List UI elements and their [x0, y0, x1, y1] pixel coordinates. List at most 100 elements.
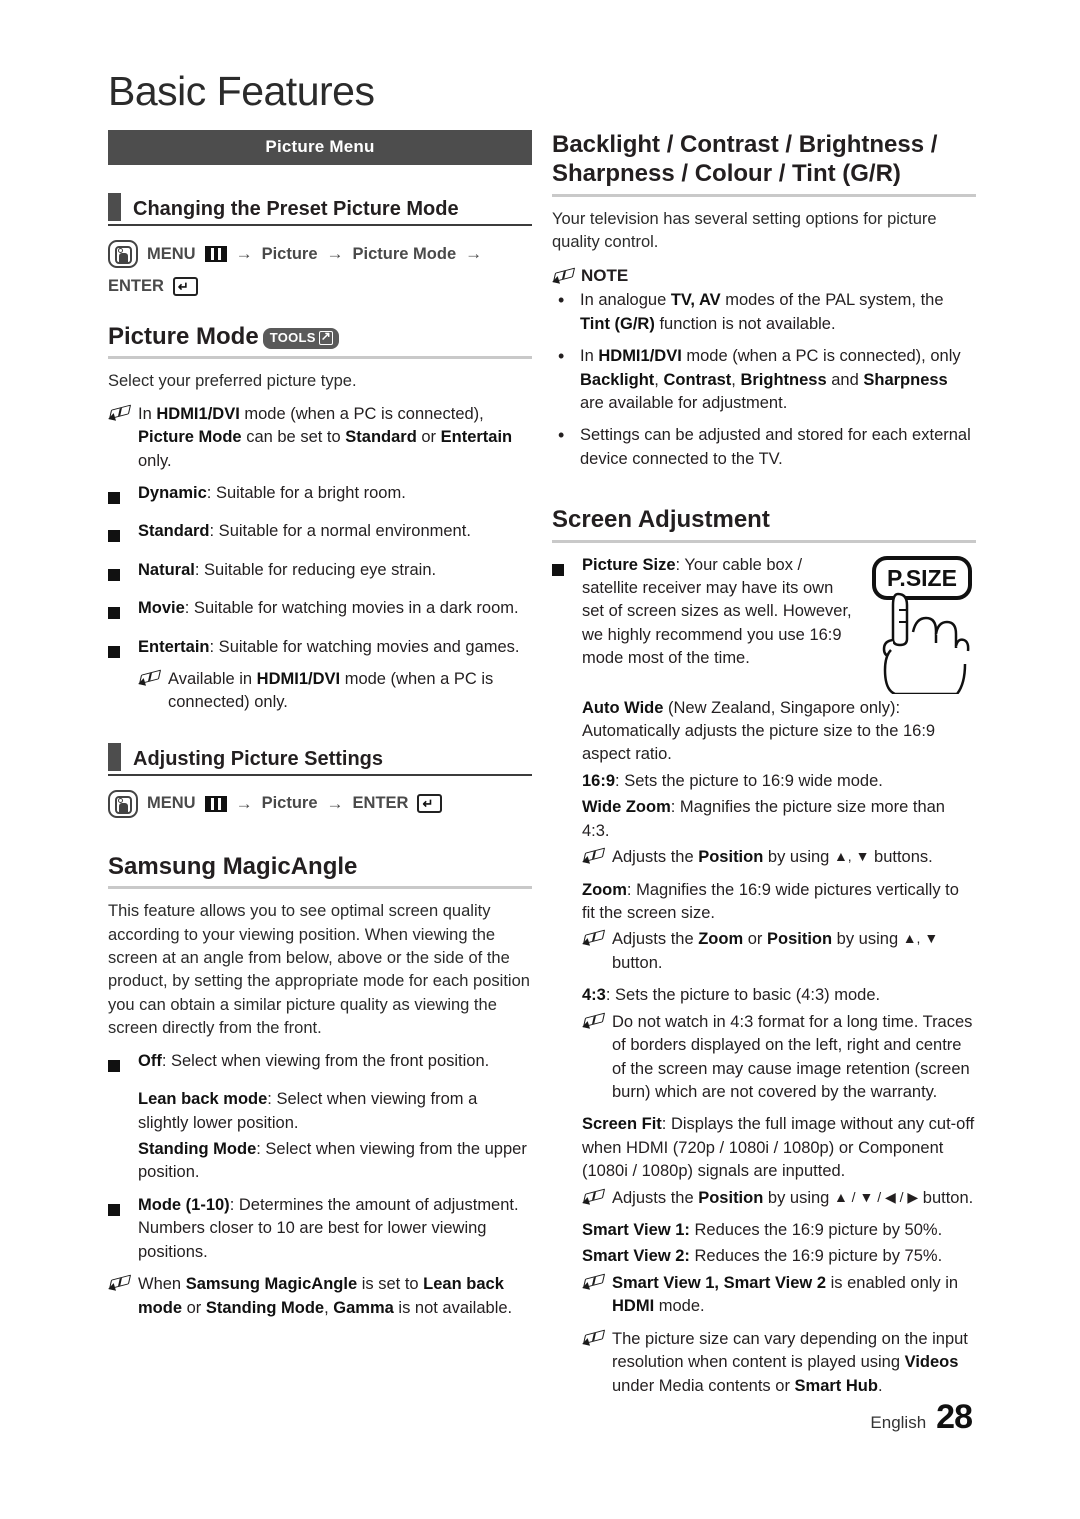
- subheading-changing-preset-picture-mode: Changing the Preset Picture Mode: [108, 193, 532, 226]
- square-bullet-icon: [108, 597, 138, 626]
- mode-entry: Standard: Suitable for a normal environm…: [138, 522, 471, 541]
- subheading-label: Changing the Preset Picture Mode: [133, 198, 459, 220]
- heading-screen-adjustment: Screen Adjustment: [552, 505, 976, 543]
- list-item-zoom: Zoom: Magnifies the 16:9 wide pictures v…: [582, 879, 976, 926]
- pencil-note-icon: [136, 668, 168, 715]
- note-hdmi-picture-mode: In HDMI1/DVI mode (when a PC is connecte…: [106, 403, 532, 473]
- heading-line-2: Sharpness / Colour / Tint (G/R): [552, 160, 901, 188]
- list-item-magicangle-standing: Standing Mode: Select when viewing from …: [138, 1138, 532, 1185]
- menu-label: MENU: [147, 244, 196, 263]
- option-entry: Off: Select when viewing from the front …: [138, 1051, 490, 1070]
- note-text: Adjusts the Position by using ▲ / ▼ / ◀ …: [612, 1188, 974, 1207]
- list-item-magicangle-off: Off: Select when viewing from the front …: [108, 1050, 532, 1079]
- list-item-mode-dynamic: Dynamic: Suitable for a bright room.: [108, 482, 532, 511]
- dot-bullet-icon: •: [558, 425, 565, 446]
- left-column: Picture Menu Changing the Preset Picture…: [106, 130, 532, 1320]
- psize-button-illustration: P.SIZE: [868, 554, 976, 695]
- enter-label: ENTER: [352, 794, 409, 813]
- note-entertain-availability: Available in HDMI1/DVI mode (when a PC i…: [136, 668, 532, 715]
- enter-label: ENTER: [108, 277, 164, 295]
- note-text: Available in HDMI1/DVI mode (when a PC i…: [168, 670, 494, 712]
- list-item-screen-fit: Screen Fit: Displays the full image with…: [582, 1113, 976, 1183]
- list-item-magicangle-mode-range: Mode (1-10): Determines the amount of ad…: [108, 1194, 532, 1264]
- square-bullet-icon: [108, 636, 138, 665]
- square-bullet-icon: [552, 554, 582, 671]
- option-entry: Standing Mode: Select when viewing from …: [138, 1139, 527, 1182]
- subheading-adjusting-picture-settings: Adjusting Picture Settings: [108, 742, 532, 776]
- note-text: When Samsung MagicAngle is set to Lean b…: [138, 1275, 513, 1317]
- dot-bullet-icon: •: [558, 290, 565, 311]
- square-bullet-icon: [108, 482, 138, 511]
- note-ratio-4-3-warning: Do not watch in 4:3 format for a long ti…: [580, 1011, 976, 1105]
- footer-page-number: 28: [936, 1398, 973, 1436]
- note-screen-fit-position: Adjusts the Position by using ▲ / ▼ / ◀ …: [580, 1187, 976, 1210]
- list-item-mode-standard: Standard: Suitable for a normal environm…: [108, 520, 532, 549]
- note-text: Adjusts the Position by using ▲, ▼ butto…: [612, 848, 933, 867]
- enter-key-icon: ↵: [172, 277, 198, 296]
- pencil-note-icon: [106, 1273, 138, 1320]
- mode-entry: Entertain: Suitable for watching movies …: [138, 637, 520, 656]
- note-text: The picture size can vary depending on t…: [612, 1329, 968, 1395]
- arrow-right-icon: →: [235, 793, 253, 813]
- square-bullet-icon: [108, 520, 138, 549]
- note-text: Smart View 1, Smart View 2 is enabled on…: [612, 1273, 959, 1316]
- note-text: In HDMI1/DVI mode (when a PC is connecte…: [580, 347, 961, 413]
- pencil-note-icon: [580, 1328, 612, 1398]
- subheading-marker-icon: [108, 742, 121, 771]
- option-entry: Lean back mode: Select when viewing from…: [138, 1090, 478, 1132]
- note-gamma-unavailable: When Samsung MagicAngle is set to Lean b…: [106, 1273, 532, 1320]
- note-text: In analogue TV, AV modes of the PAL syst…: [580, 291, 944, 333]
- option-entry: Smart View 2: Reduces the 16:9 picture b…: [582, 1247, 943, 1266]
- arrow-keys-icon: ▲, ▼: [833, 848, 870, 865]
- note-wide-zoom-position: Adjusts the Position by using ▲, ▼ butto…: [580, 846, 976, 869]
- pencil-note-icon: [580, 928, 612, 975]
- page-footer: English 28: [870, 1398, 973, 1437]
- tools-arrow-icon: [318, 329, 333, 346]
- subheading-marker-icon: [108, 193, 121, 221]
- mode-entry: Natural: Suitable for reducing eye strai…: [138, 560, 437, 579]
- heading-label: Samsung MagicAngle: [108, 852, 358, 880]
- note-label: NOTE: [581, 266, 629, 286]
- menu-path-picture: MENU → Picture → ENTER ↵: [108, 789, 532, 818]
- dot-bullet-icon: •: [558, 346, 565, 367]
- arrow-keys-icon: ▲ / ▼ / ◀ / ▶: [833, 1188, 919, 1205]
- menu-step-picture: Picture: [261, 244, 318, 263]
- note-bullet-hdmi-pc: • In HDMI1/DVI mode (when a PC is connec…: [552, 345, 976, 415]
- press-button-icon: [108, 240, 138, 268]
- menu-path-picture-mode: MENU → Picture → Picture Mode → ENTER ↵: [108, 240, 532, 296]
- list-item-ratio-4-3: 4:3: Sets the picture to basic (4:3) mod…: [582, 984, 976, 1007]
- heading-samsung-magicangle: Samsung MagicAngle: [108, 852, 532, 890]
- manual-page: Basic Features Picture Menu Changing the…: [0, 0, 1080, 1519]
- pencil-note-icon: [580, 1187, 612, 1210]
- menu-step-picture-mode: Picture Mode: [352, 244, 457, 263]
- pencil-note-icon: [580, 1011, 612, 1105]
- picture-size-text: Picture Size: Your cable box / satellite…: [552, 554, 858, 671]
- menu-label: MENU: [147, 794, 196, 813]
- square-bullet-icon: [108, 1194, 138, 1264]
- heading-picture-mode: Picture Mode TOOLS: [108, 322, 532, 360]
- picture-menu-banner: Picture Menu: [108, 130, 532, 165]
- page-title: Basic Features: [108, 68, 375, 114]
- square-bullet-icon: [108, 1050, 138, 1079]
- menu-bars-icon: [204, 795, 227, 812]
- option-entry: Smart View 1: Reduces the 16:9 picture b…: [582, 1221, 943, 1240]
- list-item-mode-entertain: Entertain: Suitable for watching movies …: [108, 636, 532, 665]
- option-entry: Picture Size: Your cable box / satellite…: [582, 555, 852, 668]
- list-item-picture-size: Picture Size: Your cable box / satellite…: [552, 554, 858, 671]
- pencil-note-icon: [580, 846, 612, 869]
- press-button-icon: [108, 789, 138, 818]
- option-entry: 16:9: Sets the picture to 16:9 wide mode…: [582, 771, 883, 790]
- picture-mode-intro: Select your preferred picture type.: [108, 372, 357, 391]
- note-header: NOTE: [550, 266, 976, 286]
- tools-badge-label: TOOLS: [269, 330, 316, 346]
- list-item-auto-wide: Auto Wide (New Zealand, Singapore only):…: [582, 697, 976, 767]
- option-entry: Screen Fit: Displays the full image with…: [582, 1115, 975, 1181]
- pencil-note-icon: [580, 1272, 612, 1319]
- arrow-right-icon: →: [326, 793, 344, 813]
- option-entry: Mode (1-10): Determines the amount of ad…: [138, 1195, 519, 1261]
- mode-entry: Dynamic: Suitable for a bright room.: [138, 483, 406, 502]
- mode-entry: Movie: Suitable for watching movies in a…: [138, 599, 519, 618]
- backlight-intro: Your television has several setting opti…: [552, 209, 937, 251]
- list-item-ratio-16-9: 16:9: Sets the picture to 16:9 wide mode…: [582, 770, 976, 793]
- list-item-mode-movie: Movie: Suitable for watching movies in a…: [108, 597, 532, 626]
